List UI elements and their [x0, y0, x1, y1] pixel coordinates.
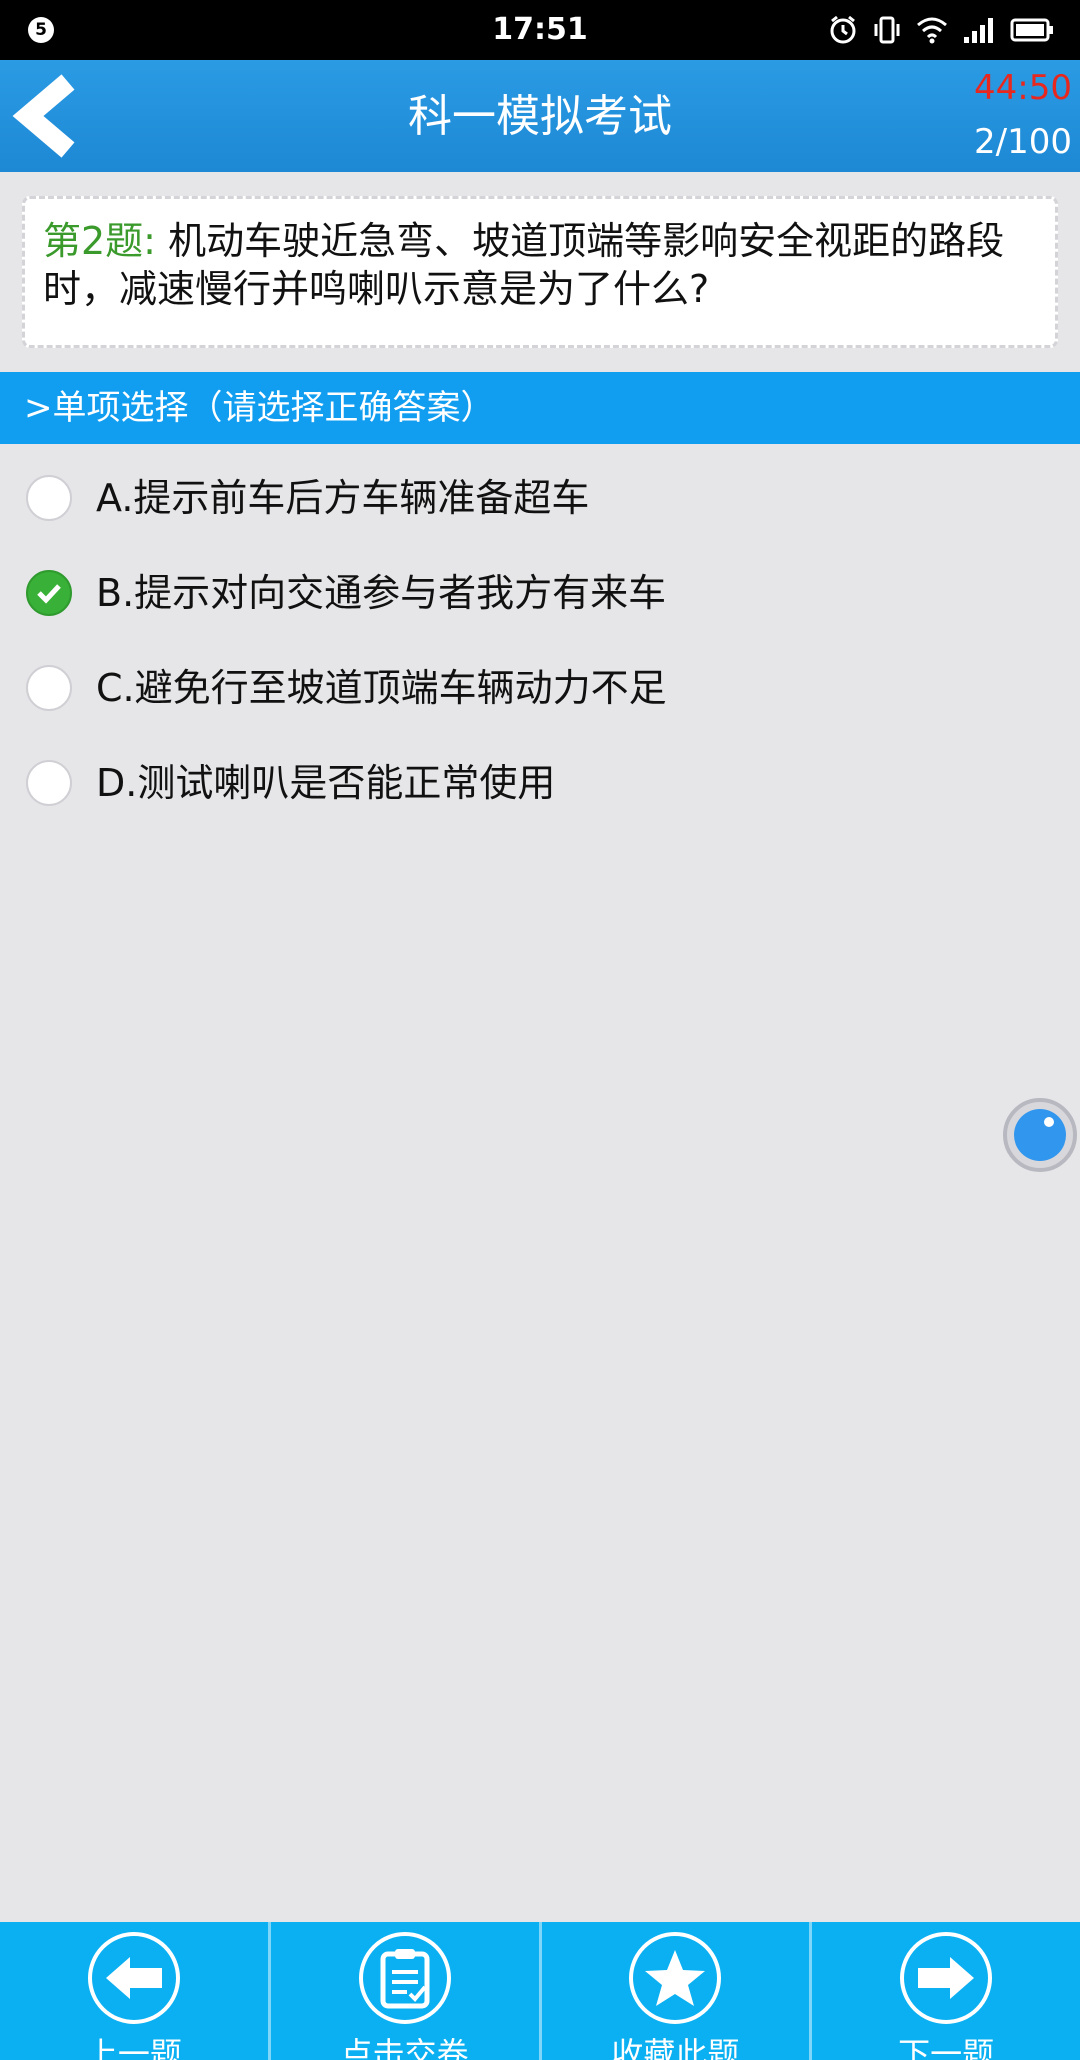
favorite-question-button[interactable]: 收藏此题	[542, 1922, 813, 2060]
option-d[interactable]: D.测试喇叭是否能正常使用	[26, 748, 1046, 818]
arrow-left-icon	[87, 1932, 180, 2024]
nav-label: 收藏此题	[611, 2035, 740, 2060]
battery-icon	[1010, 18, 1053, 42]
clipboard-icon	[358, 1932, 451, 2024]
vibrate-icon	[874, 16, 900, 44]
submit-exam-button[interactable]: 点击交卷	[271, 1922, 542, 2060]
option-label: C.避免行至坡道顶端车辆动力不足	[96, 666, 667, 710]
app-header: 科一模拟考试 44:50 2/100	[0, 60, 1080, 172]
bottom-nav: 上一题 点击交卷 收藏此题 下一题	[0, 1922, 1080, 2060]
star-icon	[629, 1932, 722, 2024]
next-question-button[interactable]: 下一题	[812, 1922, 1080, 2060]
checkmark-icon	[37, 584, 61, 604]
question-text: 机动车驶近急弯、坡道顶端等影响安全视距的路段时，减速慢行并鸣喇叭示意是为了什么?	[43, 219, 1005, 311]
page-title: 科一模拟考试	[408, 91, 672, 142]
option-label: B.提示对向交通参与者我方有来车	[96, 571, 667, 615]
option-c[interactable]: C.避免行至坡道顶端车辆动力不足	[26, 653, 1046, 723]
radio-unchecked-icon[interactable]	[26, 665, 72, 711]
nav-label: 上一题	[85, 2035, 182, 2060]
option-label: A.提示前车后方车辆准备超车	[96, 476, 590, 520]
option-b[interactable]: B.提示对向交通参与者我方有来车	[26, 558, 1046, 628]
arrow-right-icon	[900, 1932, 993, 2024]
nav-label: 点击交卷	[340, 2035, 469, 2060]
signal-icon	[964, 18, 993, 43]
prev-question-button[interactable]: 上一题	[0, 1922, 271, 2060]
status-icons	[828, 14, 1054, 46]
question-type-bar: >单项选择（请选择正确答案）	[0, 372, 1080, 444]
question-progress: 2/100	[974, 122, 1072, 162]
option-label: D.测试喇叭是否能正常使用	[96, 761, 556, 805]
countdown-timer: 44:50	[974, 68, 1072, 108]
wifi-icon	[917, 17, 947, 44]
alarm-icon	[830, 15, 856, 44]
question-number: 第2题:	[43, 219, 156, 263]
nav-label: 下一题	[898, 2035, 995, 2060]
status-bar: 5 17:51	[0, 0, 1080, 60]
question-card: 第2题: 机动车驶近急弯、坡道顶端等影响安全视距的路段时，减速慢行并鸣喇叭示意是…	[22, 196, 1058, 348]
option-a[interactable]: A.提示前车后方车辆准备超车	[26, 463, 1046, 533]
assist-ball-icon	[1014, 1109, 1066, 1161]
radio-checked-icon[interactable]	[26, 570, 72, 616]
radio-unchecked-icon[interactable]	[26, 475, 72, 521]
radio-unchecked-icon[interactable]	[26, 760, 72, 806]
floating-assist-button[interactable]	[1003, 1098, 1077, 1172]
